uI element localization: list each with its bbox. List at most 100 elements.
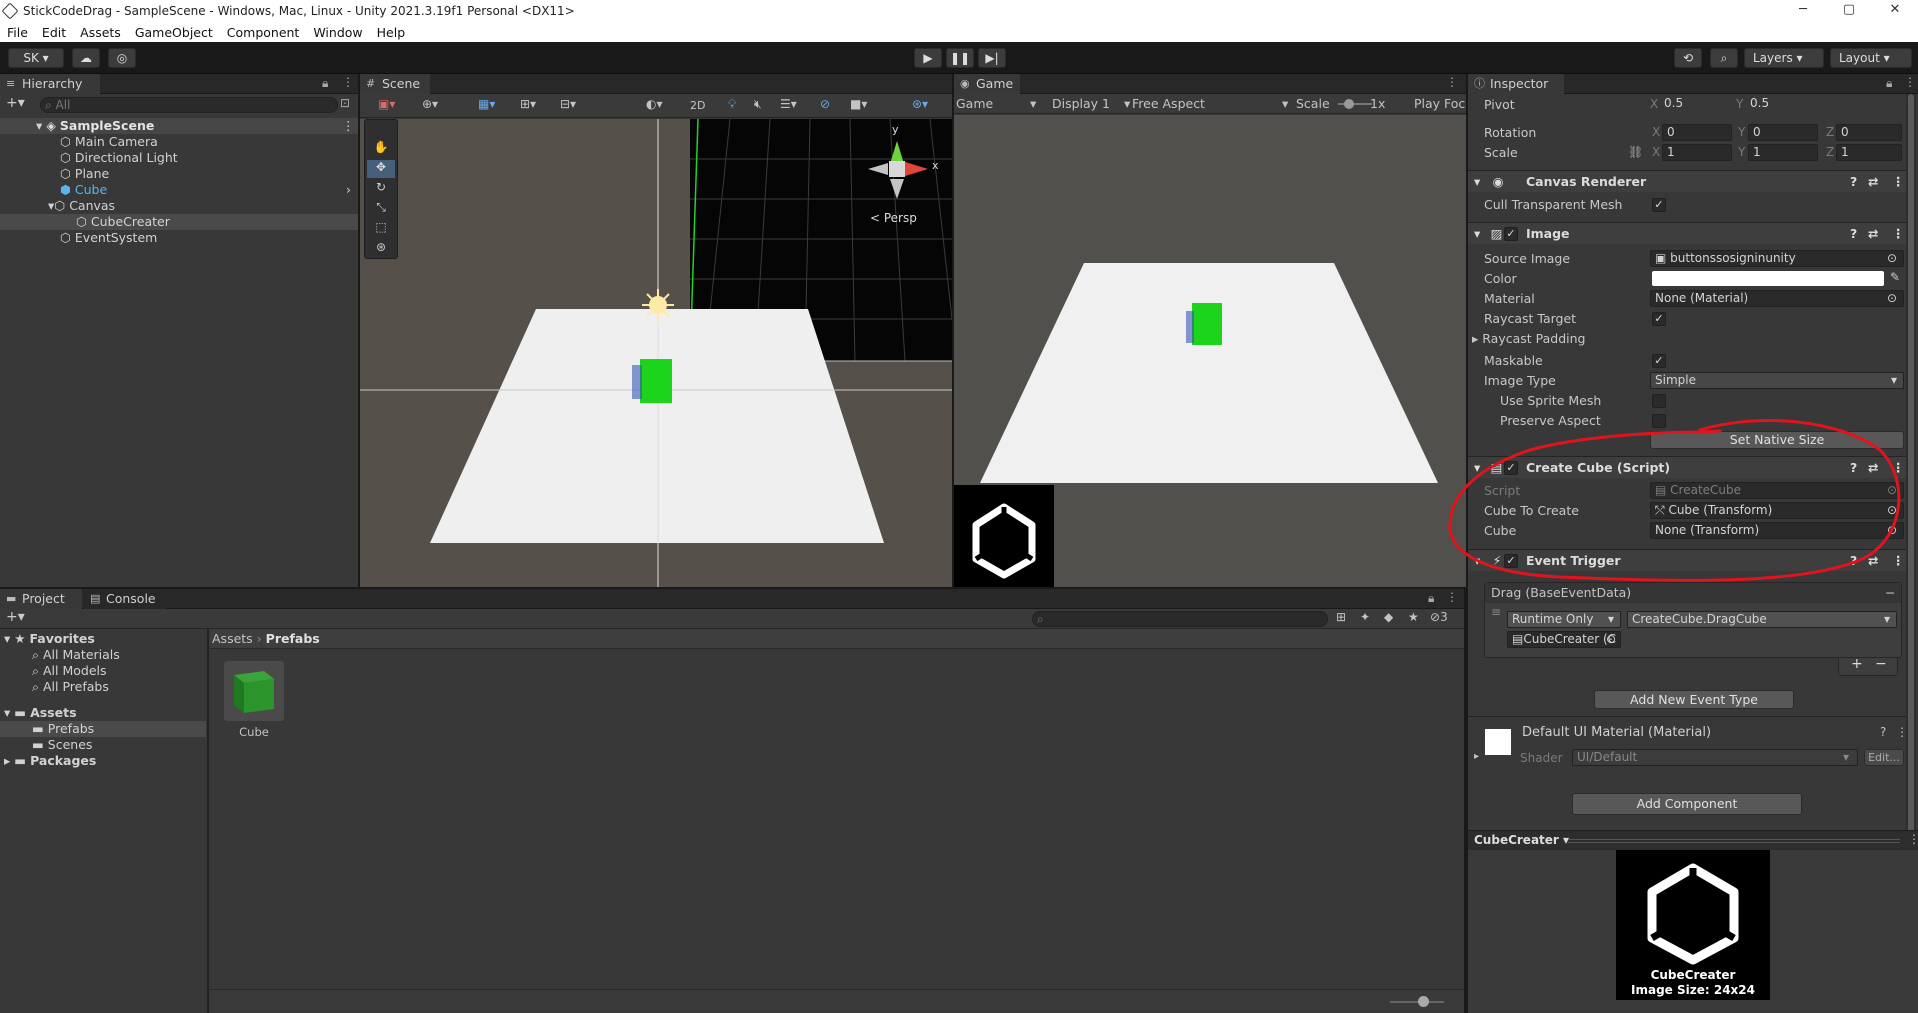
- panel-menu-icon[interactable]: ⋮: [1908, 832, 1918, 846]
- component-menu-icon[interactable]: ⋮: [1892, 457, 1905, 478]
- packages-folder-row[interactable]: ▸ ▬ Packages: [0, 753, 96, 769]
- menu-window[interactable]: Window: [306, 25, 369, 40]
- asset-cube[interactable]: Cube: [224, 661, 284, 741]
- layers-dropdown[interactable]: Layers ▾: [1744, 48, 1824, 68]
- history-button[interactable]: ⟲: [1674, 48, 1702, 68]
- raycast-padding-label[interactable]: ▸ Raycast Padding: [1472, 330, 1585, 348]
- set-native-size-button[interactable]: Set Native Size: [1650, 431, 1904, 449]
- search-by-type-icon[interactable]: ⊞: [1336, 610, 1346, 624]
- remove-event-icon[interactable]: −: [1885, 583, 1895, 603]
- hidden-packages-icon[interactable]: ⊘3: [1430, 610, 1448, 624]
- object-picker-icon[interactable]: ⊙: [1606, 632, 1616, 647]
- canvas-renderer-header[interactable]: ▾ ◉ Canvas Renderer ? ⇄ ⋮: [1468, 170, 1906, 192]
- favorite-all-prefabs[interactable]: ⌕ All Prefabs: [0, 679, 109, 695]
- increment-snap-icon[interactable]: ⊞▾: [520, 97, 536, 111]
- object-picker-icon[interactable]: ⊙: [1887, 291, 1897, 306]
- panel-menu-icon[interactable]: ⋮: [1446, 75, 1458, 89]
- scale-x-field[interactable]: 1: [1662, 144, 1732, 161]
- component-menu-icon[interactable]: ⋮: [1892, 550, 1905, 571]
- add-button[interactable]: +▾: [6, 95, 25, 111]
- raycast-target-checkbox[interactable]: ✓: [1652, 312, 1666, 326]
- preview-resize-handle[interactable]: [1568, 839, 1900, 843]
- draw-mode-icon[interactable]: ▣▾: [378, 97, 395, 111]
- component-menu-icon[interactable]: ⋮: [1892, 171, 1905, 192]
- hierarchy-scene-row[interactable]: ▾ ◈ SampleScene ⋮: [0, 118, 358, 134]
- preset-icon[interactable]: ⇄: [1868, 457, 1878, 478]
- panel-menu-icon[interactable]: ⋮: [342, 75, 354, 89]
- preset-icon[interactable]: ⇄: [1868, 223, 1878, 244]
- tab-inspector[interactable]: ⓘ Inspector: [1468, 74, 1564, 94]
- step-button[interactable]: ▶|: [978, 48, 1006, 68]
- game-mode-dropdown[interactable]: Game ▾: [956, 94, 1040, 114]
- menu-gameobject[interactable]: GameObject: [128, 25, 220, 40]
- event-target-field[interactable]: ▤CubeCreater (C ⊙: [1507, 631, 1621, 648]
- hierarchy-item-cube[interactable]: ⬢ Cube ›: [0, 182, 358, 198]
- object-picker-icon[interactable]: ⊙: [1887, 251, 1897, 266]
- help-icon[interactable]: ?: [1850, 223, 1857, 244]
- thumbnail-size-slider[interactable]: [1390, 996, 1444, 1007]
- rotation-z-field[interactable]: 0: [1836, 124, 1902, 141]
- lighting-icon[interactable]: 💡︎: [728, 97, 736, 112]
- search-button[interactable]: ⌕: [1710, 48, 1738, 68]
- hidden-objects-icon[interactable]: ⊘: [820, 97, 830, 111]
- add-new-event-type-button[interactable]: Add New Event Type: [1594, 690, 1794, 709]
- slider-handle[interactable]: [1418, 996, 1429, 1007]
- eyedropper-icon[interactable]: ✎: [1890, 270, 1900, 284]
- layout-dropdown[interactable]: Layout ▾: [1830, 48, 1912, 68]
- lock-icon[interactable]: 🔒︎: [1886, 76, 1892, 91]
- drag-handle-icon[interactable]: ≡: [1491, 605, 1501, 619]
- tab-project[interactable]: ▬ Project: [0, 589, 82, 609]
- breadcrumb-prefabs[interactable]: Prefabs: [266, 631, 320, 646]
- add-component-button[interactable]: Add Component: [1572, 793, 1802, 815]
- chevron-right-icon[interactable]: ›: [346, 182, 351, 198]
- tab-hierarchy[interactable]: ≡ Hierarchy: [0, 74, 100, 94]
- rotation-x-field[interactable]: 0: [1662, 124, 1732, 141]
- pivot-x-field[interactable]: 0.5: [1660, 96, 1730, 113]
- minimize-button[interactable]: ─: [1780, 0, 1826, 22]
- help-icon[interactable]: ?: [1850, 457, 1857, 478]
- preserve-aspect-checkbox[interactable]: [1652, 414, 1666, 428]
- scene-viewport[interactable]: y x < Persp ✋ ✥ ↻ ⤡ ⬚ ⊛: [360, 119, 952, 587]
- object-picker-icon[interactable]: ⊙: [1887, 503, 1897, 518]
- inspector-scrollbar[interactable]: [1906, 94, 1916, 894]
- close-button[interactable]: ✕: [1872, 0, 1918, 22]
- breadcrumb-assets[interactable]: Assets: [212, 631, 253, 646]
- assets-folder-row[interactable]: ▾ ▬ Assets: [0, 705, 77, 721]
- event-trigger-header[interactable]: ▾ ⚡︎ ✓ Event Trigger ? ⇄ ⋮: [1468, 549, 1906, 571]
- hand-tool-icon[interactable]: ✋: [369, 140, 393, 158]
- panel-menu-icon[interactable]: ⋮: [1904, 75, 1916, 89]
- tab-game[interactable]: ◉ Game: [954, 74, 1020, 94]
- collab-button[interactable]: ◎: [108, 48, 136, 68]
- scale-slider[interactable]: [1338, 99, 1372, 109]
- slider-handle[interactable]: [1344, 99, 1354, 109]
- event-trigger-enabled-checkbox[interactable]: ✓: [1504, 554, 1518, 568]
- lock-icon[interactable]: 🔒︎: [1428, 591, 1434, 606]
- maskable-checkbox[interactable]: ✓: [1652, 354, 1666, 368]
- preset-icon[interactable]: ⇄: [1868, 550, 1878, 571]
- component-menu-icon[interactable]: ⋮: [1892, 223, 1905, 244]
- pause-button[interactable]: ❚❚: [946, 48, 974, 68]
- shader-dropdown[interactable]: UI/Default ▾: [1572, 749, 1858, 766]
- aspect-dropdown[interactable]: Free Aspect ▾: [1132, 94, 1292, 114]
- material-field[interactable]: None (Material) ⊙: [1650, 290, 1904, 307]
- tab-console[interactable]: ▤ Console: [84, 589, 166, 609]
- preset-icon[interactable]: ⇄: [1868, 171, 1878, 192]
- game-viewport[interactable]: [954, 115, 1466, 587]
- create-cube-enabled-checkbox[interactable]: ✓: [1504, 461, 1518, 475]
- scenes-folder-row[interactable]: ▬ Scenes: [0, 737, 92, 753]
- hierarchy-item-canvas[interactable]: ▾⬡ Canvas: [0, 198, 115, 214]
- hierarchy-item-eventsystem[interactable]: ⬡ EventSystem: [0, 230, 157, 246]
- create-cube-header[interactable]: ▾ ▤ ✓ Create Cube (Script) ? ⇄ ⋮: [1468, 456, 1906, 478]
- tab-scene[interactable]: # Scene: [360, 74, 430, 94]
- panel-menu-icon[interactable]: ⋮: [1446, 590, 1458, 604]
- rect-tool-icon[interactable]: ⬚: [369, 220, 393, 238]
- play-focused-dropdown[interactable]: Play Foc: [1414, 94, 1465, 114]
- constrain-proportions-icon[interactable]: ⛓︎: [1628, 145, 1643, 159]
- collapse-arrow-icon[interactable]: ▸: [1474, 751, 1479, 762]
- image-type-dropdown[interactable]: Simple ▾: [1650, 372, 1904, 389]
- color-swatch[interactable]: [1652, 271, 1884, 286]
- scene-visibility-icon[interactable]: ⊡: [340, 96, 350, 110]
- scene-menu-icon[interactable]: ⋮: [342, 118, 355, 134]
- project-search-input[interactable]: ⌕: [1032, 611, 1328, 627]
- function-dropdown[interactable]: CreateCube.DragCube ▾: [1627, 611, 1897, 628]
